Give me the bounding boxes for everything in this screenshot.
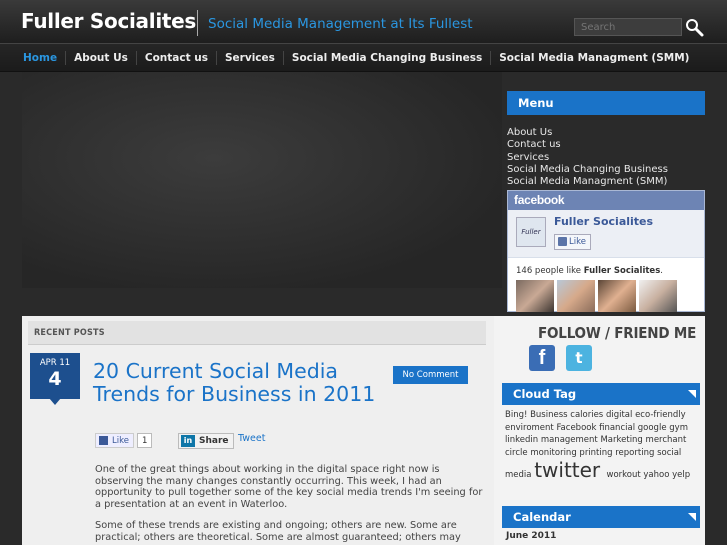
title-divider: [197, 10, 198, 36]
nav-item-about-us[interactable]: About Us: [66, 51, 137, 65]
right-sidebar: Follow / Friend Me f t Cloud Tag Bing! B…: [494, 316, 705, 545]
recent-posts-heading: Recent Posts: [28, 321, 486, 345]
share-label: Share: [199, 436, 229, 446]
follow-heading: Follow / Friend Me: [538, 324, 697, 342]
nav-item-social-media-managment[interactable]: Social Media Managment (SMM): [491, 51, 697, 65]
tag-link[interactable]: calories: [570, 410, 606, 420]
tag-link[interactable]: Business: [530, 410, 570, 420]
corner-arrow-icon: [688, 390, 696, 398]
nav-item-social-media-changing-business[interactable]: Social Media Changing Business: [284, 51, 492, 65]
facebook-fan-count: 146 people like Fuller Socialites.: [516, 266, 663, 276]
menu-widget-list: About Us Contact us Services Social Medi…: [507, 127, 668, 188]
tag-link[interactable]: financial: [599, 423, 638, 433]
calendar-title-text: Calendar: [513, 510, 571, 524]
menu-item-social-media-changing-business[interactable]: Social Media Changing Business: [507, 164, 668, 176]
main-nav: Home About Us Contact us Services Social…: [0, 44, 727, 72]
site-tagline: Social Media Management at Its Fullest: [208, 16, 473, 32]
menu-item-social-media-managment[interactable]: Social Media Managment (SMM): [507, 176, 668, 188]
fan-avatar[interactable]: [639, 280, 677, 312]
facebook-icon[interactable]: f: [529, 345, 555, 371]
search-button[interactable]: [683, 16, 707, 38]
facebook-like-label: Like: [569, 237, 586, 247]
post-like-button[interactable]: Like: [95, 433, 134, 448]
tag-link[interactable]: yahoo: [643, 470, 672, 480]
post-title-link[interactable]: 20 Current Social Media Trends for Busin…: [93, 360, 383, 406]
nav-item-contact-us[interactable]: Contact us: [137, 51, 217, 65]
facebook-like-icon: [99, 436, 108, 445]
twitter-icon[interactable]: t: [566, 345, 592, 371]
tag-link[interactable]: Bing!: [505, 410, 530, 420]
post-excerpt-paragraph: One of the great things about working in…: [95, 464, 483, 510]
facebook-like-button[interactable]: Like: [554, 234, 591, 250]
thumbs-up-icon: [558, 237, 567, 246]
tag-link[interactable]: enviroment: [505, 423, 556, 433]
tag-link[interactable]: digital: [606, 410, 635, 420]
tag-link[interactable]: reporting: [615, 448, 657, 458]
tag-link[interactable]: gym: [669, 423, 688, 433]
facebook-page-card: Fuller Fuller Socialites Like: [508, 210, 704, 258]
tag-link[interactable]: Facebook: [556, 423, 599, 433]
tag-cloud: Bing! Business calories digital eco-frie…: [505, 409, 701, 482]
site-title[interactable]: Fuller Socialites: [21, 9, 196, 33]
main-content: Recent Posts APR 11 4 20 Current Social …: [22, 316, 494, 545]
tag-link[interactable]: workout: [607, 470, 644, 480]
tag-link[interactable]: twitter: [534, 458, 606, 482]
linkedin-icon: in: [181, 435, 195, 447]
corner-arrow-icon: [688, 513, 696, 521]
tag-link[interactable]: merchant: [646, 435, 687, 445]
facebook-brand: facebook: [508, 191, 704, 210]
search-icon: [686, 19, 704, 37]
no-comment-button[interactable]: No Comment: [393, 366, 468, 384]
post-like-label: Like: [112, 436, 129, 446]
fan-avatar[interactable]: [516, 280, 554, 312]
post-like-count: 1: [137, 433, 153, 448]
nav-item-services[interactable]: Services: [217, 51, 284, 65]
post-date-badge: APR 11 4: [30, 353, 80, 405]
post-date-day: 4: [48, 368, 62, 390]
tag-link[interactable]: yelp: [672, 470, 690, 480]
tag-link[interactable]: printing: [579, 448, 615, 458]
menu-widget-title: Menu: [507, 91, 705, 115]
calendar-title: Calendar: [502, 506, 700, 528]
cloud-tag-title: Cloud Tag: [502, 383, 700, 405]
fan-count-suffix: .: [660, 266, 663, 276]
facebook-page-name[interactable]: Fuller Socialites: [554, 215, 653, 228]
post-excerpt-paragraph: Some of these trends are existing and on…: [95, 520, 461, 543]
fan-avatar[interactable]: [598, 280, 636, 312]
calendar-month: June 2011: [506, 531, 557, 541]
tag-link[interactable]: media: [505, 470, 534, 480]
tag-link[interactable]: social: [657, 448, 681, 458]
site-header: Fuller Socialites Social Media Managemen…: [0, 0, 727, 44]
fan-count-text: 146 people like: [516, 266, 584, 276]
menu-item-about-us[interactable]: About Us: [507, 127, 668, 139]
post-date-month: APR 11: [39, 358, 71, 368]
tag-link[interactable]: google: [638, 423, 670, 433]
tag-link[interactable]: management: [541, 435, 601, 445]
facebook-page-logo[interactable]: Fuller: [516, 217, 546, 247]
tag-link[interactable]: circle: [505, 448, 530, 458]
fan-avatar[interactable]: [557, 280, 595, 312]
linkedin-share-button[interactable]: in Share: [178, 433, 234, 449]
tag-link[interactable]: Marketing: [600, 435, 645, 445]
tweet-button[interactable]: Tweet: [238, 433, 265, 444]
menu-item-contact-us[interactable]: Contact us: [507, 139, 668, 151]
search-input[interactable]: [574, 18, 682, 36]
fan-count-page: Fuller Socialites: [583, 266, 661, 276]
cloud-tag-title-text: Cloud Tag: [513, 387, 577, 401]
date-badge-arrow: [49, 398, 61, 405]
tag-link[interactable]: monitoring: [530, 448, 579, 458]
facebook-like-box: facebook Fuller Fuller Socialites Like 1…: [507, 190, 705, 312]
tag-link[interactable]: linkedin: [505, 435, 541, 445]
tag-link[interactable]: eco-friendly: [635, 410, 686, 420]
featured-slider-area: [22, 72, 502, 288]
nav-item-home[interactable]: Home: [15, 51, 67, 65]
menu-item-services[interactable]: Services: [507, 152, 668, 164]
